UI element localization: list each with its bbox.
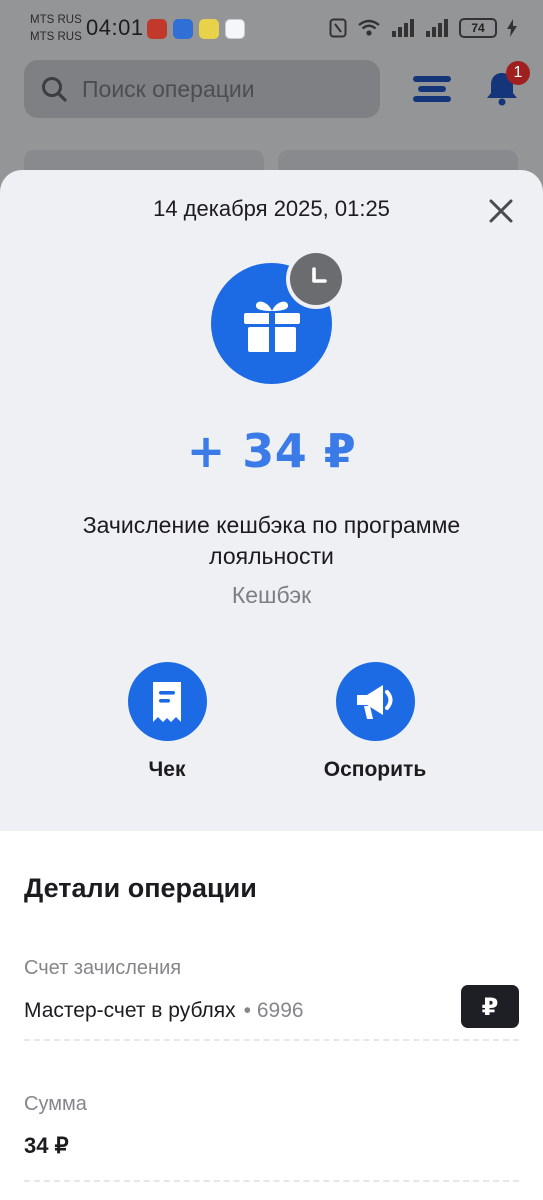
pending-clock-badge: [286, 249, 346, 309]
sum-label: Сумма: [24, 1093, 87, 1115]
operation-datetime: 14 декабря 2025, 01:25: [153, 196, 390, 221]
megaphone-icon: [357, 684, 393, 719]
gift-icon: [243, 301, 300, 353]
receipt-button[interactable]: Чек: [92, 662, 242, 782]
dispute-button[interactable]: Оспорить: [300, 662, 450, 782]
notification-badge: 1: [506, 61, 530, 85]
ruble-currency-icon: ₽: [461, 985, 519, 1028]
carrier-labels: MTS RUS MTS RUS: [30, 12, 82, 46]
battery-indicator: 74: [459, 18, 497, 38]
yellow-app-icon: [199, 19, 219, 39]
status-icons: 74: [329, 18, 517, 38]
signal-icon-2: [426, 19, 448, 37]
operation-category: Кешбэк: [231, 582, 312, 608]
dispute-label: Оспорить: [323, 758, 427, 781]
filter-menu-icon[interactable]: [413, 74, 451, 104]
store-app-icon: [173, 19, 193, 39]
search-placeholder: Поиск операции: [82, 75, 255, 102]
dots-app-icon: [225, 19, 245, 39]
charging-icon: [507, 19, 517, 37]
divider: [24, 1039, 519, 1041]
operation-description: Зачисление кешбэка по программе лояльнос…: [82, 512, 461, 569]
receipt-label: Чек: [148, 758, 186, 781]
operation-amount: + 34 ₽: [186, 424, 357, 478]
huawei-app-icon: [147, 19, 167, 39]
account-name: Мастер-счет в рублях: [24, 999, 236, 1022]
search-icon: [42, 77, 67, 102]
status-time: 04:01: [86, 15, 144, 40]
operation-details: Детали операции Счет зачисления Мастер-с…: [0, 831, 543, 1200]
details-title: Детали операции: [24, 873, 257, 903]
search-input[interactable]: Поиск операции: [24, 60, 380, 118]
clock-icon: [312, 267, 327, 283]
account-value[interactable]: Мастер-счет в рублях • 6996: [24, 999, 304, 1023]
account-label: Счет зачисления: [24, 957, 182, 979]
wifi-icon: [358, 19, 380, 36]
sum-value: 34 ₽: [24, 1133, 69, 1158]
close-icon[interactable]: [484, 194, 518, 228]
carrier-1: MTS RUS: [30, 14, 82, 26]
operation-sheet: 14 декабря 2025, 01:25 + 34 ₽ Зачисление…: [0, 170, 543, 1200]
carrier-2: MTS RUS: [30, 31, 82, 43]
account-mask: • 6996: [243, 999, 304, 1022]
status-bar: MTS RUS MTS RUS 04:01 74: [0, 0, 543, 58]
divider: [24, 1180, 519, 1182]
nfc-icon: [329, 18, 347, 38]
signal-icon-1: [392, 19, 414, 37]
receipt-icon: [153, 681, 181, 722]
